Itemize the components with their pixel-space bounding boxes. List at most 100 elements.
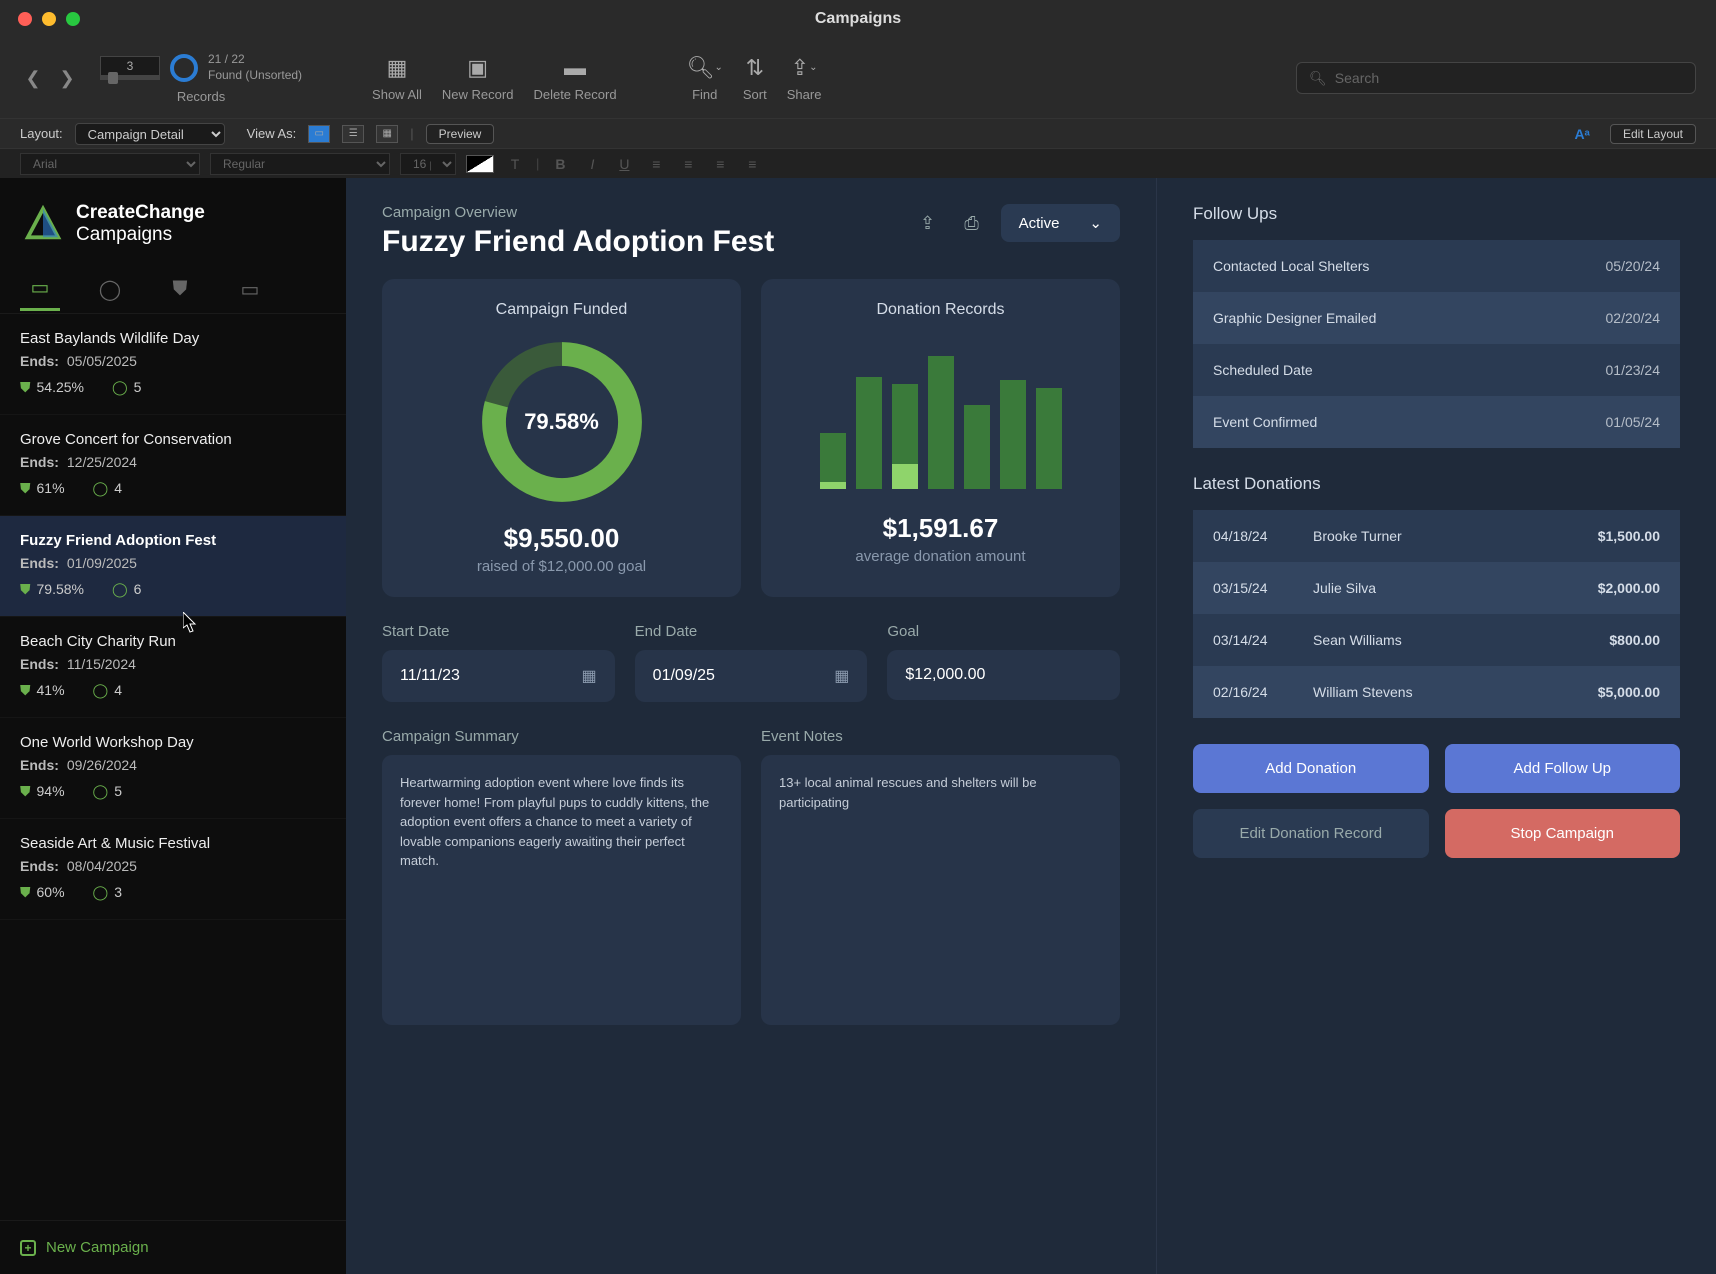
toolbar: ❮ ❯ 3 21 / 22 Found (Unsorted) Records ▦…	[0, 38, 1716, 118]
records-card: Donation Records $1,591.67 average donat…	[761, 279, 1120, 597]
campaign-card-ends: Ends:08/04/2025	[20, 858, 326, 874]
bar	[856, 377, 882, 489]
titlebar: Campaigns	[0, 0, 1716, 38]
donation-item[interactable]: 04/18/24Brooke Turner$1,500.00	[1193, 510, 1680, 562]
bar	[964, 405, 990, 489]
bold-button[interactable]: B	[549, 153, 571, 175]
pie-chart-icon[interactable]	[170, 54, 198, 82]
end-date-field[interactable]: 01/09/25 ▦	[635, 650, 868, 702]
person-icon: ◯	[93, 480, 109, 496]
view-list-button[interactable]: ☰	[342, 125, 364, 143]
person-icon: ◯	[93, 884, 109, 900]
underline-button[interactable]: U	[613, 153, 635, 175]
find-button[interactable]: 🔍︎ ⌄ Find	[687, 55, 723, 102]
plus-icon: ▣	[467, 55, 488, 81]
donation-item[interactable]: 03/15/24Julie Silva$2,000.00	[1193, 562, 1680, 614]
preview-button[interactable]: Preview	[426, 124, 495, 144]
status-dropdown[interactable]: Active ⌄	[1001, 204, 1120, 242]
edit-layout-button[interactable]: Edit Layout	[1610, 124, 1696, 144]
show-all-icon: ▦	[387, 55, 408, 81]
person-icon: ◯	[93, 783, 109, 799]
followup-item[interactable]: Event Confirmed01/05/24	[1193, 396, 1680, 448]
funded-card: Campaign Funded 79.58% $9,550.00 raised …	[382, 279, 741, 597]
sort-icon: ⇅	[746, 55, 764, 81]
summary-text[interactable]: Heartwarming adoption event where love f…	[382, 755, 741, 1025]
delete-record-button[interactable]: ▬ Delete Record	[533, 55, 616, 102]
notes-text[interactable]: 13+ local animal rescues and shelters wi…	[761, 755, 1120, 1025]
minus-icon: ▬	[564, 55, 586, 81]
campaign-card[interactable]: Fuzzy Friend Adoption Fest Ends:01/09/20…	[0, 516, 346, 617]
calendar-icon: ▦	[582, 666, 597, 686]
align-left-button[interactable]: ≡	[645, 153, 667, 175]
color-swatch[interactable]	[466, 155, 494, 173]
brand-line2: Campaigns	[76, 224, 205, 246]
edit-donation-button[interactable]: Edit Donation Record	[1193, 809, 1429, 858]
campaign-card[interactable]: Seaside Art & Music Festival Ends:08/04/…	[0, 819, 346, 920]
campaign-card[interactable]: Grove Concert for Conservation Ends:12/2…	[0, 415, 346, 516]
campaign-card[interactable]: Beach City Charity Run Ends:11/15/2024 ⛊…	[0, 617, 346, 718]
font-weight-select[interactable]: Regular	[210, 153, 390, 175]
campaign-card[interactable]: East Baylands Wildlife Day Ends:05/05/20…	[0, 314, 346, 415]
formatting-icon[interactable]: Aᵃ	[1575, 126, 1590, 142]
bar	[1036, 388, 1062, 489]
view-form-button[interactable]: ▭	[308, 125, 330, 143]
zoom-window-icon[interactable]	[66, 12, 80, 26]
campaign-card-ends: Ends:01/09/2025	[20, 555, 326, 571]
view-table-button[interactable]: ▦	[376, 125, 398, 143]
campaign-card-stats: ⛊54.25% ◯5	[20, 379, 326, 396]
campaign-card-title: East Baylands Wildlife Day	[20, 330, 326, 347]
chevron-down-icon: ⌄	[1089, 214, 1102, 232]
add-followup-button[interactable]: Add Follow Up	[1445, 744, 1681, 793]
prev-record-button[interactable]: ❮	[20, 65, 46, 91]
donation-item[interactable]: 03/14/24Sean Williams$800.00	[1193, 614, 1680, 666]
followup-item[interactable]: Scheduled Date01/23/24	[1193, 344, 1680, 396]
campaign-card[interactable]: One World Workshop Day Ends:09/26/2024 ⛊…	[0, 718, 346, 819]
share-icon[interactable]: ⇪	[913, 208, 943, 238]
stop-campaign-button[interactable]: Stop Campaign	[1445, 809, 1681, 858]
align-justify-button[interactable]: ≡	[741, 153, 763, 175]
records-amount: $1,591.67	[783, 513, 1098, 544]
font-size-select[interactable]: 16 pt	[400, 153, 456, 175]
person-icon: ◯	[93, 682, 109, 698]
add-donation-button[interactable]: Add Donation	[1193, 744, 1429, 793]
campaign-card-stats: ⛊60% ◯3	[20, 884, 326, 901]
tab-campaigns[interactable]: ▭	[20, 267, 60, 311]
search-input[interactable]: 🔍︎ Search	[1296, 62, 1696, 94]
layout-select[interactable]: Campaign Detail	[75, 123, 225, 145]
share-button[interactable]: ⇪ ⌄ Share	[787, 55, 822, 102]
notes-label: Event Notes	[761, 728, 1120, 745]
followup-item[interactable]: Contacted Local Shelters05/20/24	[1193, 240, 1680, 292]
sort-button[interactable]: ⇅ Sort	[743, 55, 767, 102]
new-record-button[interactable]: ▣ New Record	[442, 55, 514, 102]
gift-icon: ⛊	[20, 480, 31, 496]
tab-gifts[interactable]: ⛊	[160, 267, 200, 311]
italic-button[interactable]: I	[581, 153, 603, 175]
record-slider[interactable]	[100, 76, 160, 80]
minimize-window-icon[interactable]	[42, 12, 56, 26]
campaign-card-stats: ⛊41% ◯4	[20, 682, 326, 699]
donation-item[interactable]: 02/16/24William Stevens$5,000.00	[1193, 666, 1680, 718]
search-placeholder: Search	[1335, 70, 1379, 86]
tab-media[interactable]: ▭	[230, 267, 270, 311]
records-group: 3 21 / 22 Found (Unsorted) Records	[100, 52, 302, 104]
font-select[interactable]: Arial	[20, 153, 200, 175]
print-icon[interactable]: ⎙	[957, 208, 987, 238]
funded-pct: 79.58%	[477, 337, 647, 507]
text-fill-icon[interactable]: T	[504, 153, 526, 175]
show-all-button[interactable]: ▦ Show All	[372, 55, 422, 102]
next-record-button[interactable]: ❯	[54, 65, 80, 91]
funded-donut-chart: 79.58%	[477, 337, 647, 507]
align-right-button[interactable]: ≡	[709, 153, 731, 175]
tab-people[interactable]: ◯	[90, 267, 130, 311]
donations-list: 04/18/24Brooke Turner$1,500.0003/15/24Ju…	[1193, 510, 1680, 718]
align-center-button[interactable]: ≡	[677, 153, 699, 175]
new-campaign-button[interactable]: + New Campaign	[0, 1220, 346, 1274]
calendar-icon: ▦	[834, 666, 849, 686]
goal-label: Goal	[887, 623, 1120, 640]
followup-item[interactable]: Graphic Designer Emailed02/20/24	[1193, 292, 1680, 344]
donation-bar-chart	[783, 339, 1098, 489]
gift-icon: ⛊	[20, 581, 31, 597]
close-window-icon[interactable]	[18, 12, 32, 26]
goal-field[interactable]: $12,000.00	[887, 650, 1120, 700]
start-date-field[interactable]: 11/11/23 ▦	[382, 650, 615, 702]
